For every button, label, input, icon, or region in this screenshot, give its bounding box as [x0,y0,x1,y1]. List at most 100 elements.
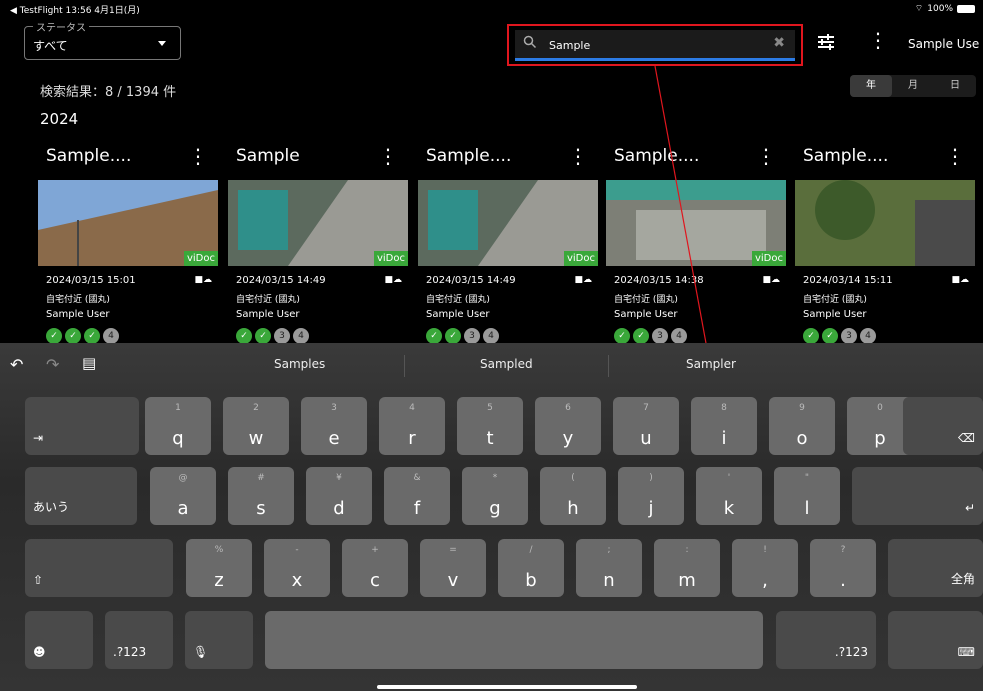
filter-settings-icon[interactable] [816,33,836,51]
card-more-icon[interactable]: ⋮ [756,144,776,168]
dictation-key[interactable]: 🎙 [185,611,253,669]
photo-card[interactable]: Sample.... ⋮ 2024/03/14 15:11 ■☁ 自宅付近 (國丸) Sa… [795,144,975,344]
key-t[interactable]: 5t [457,397,523,455]
key-q[interactable]: 1q [145,397,211,455]
card-title: Sample.... [614,146,700,166]
card-steps: ✓ ✓ ✓ 4 [46,328,119,344]
photo-card[interactable]: Sample.... ⋮ viDoc 2024/03/15 14:49 ■☁ 自宅付近 (… [418,144,598,344]
suggestion-1[interactable]: Samples [274,357,325,371]
key-n[interactable]: ; n [576,539,642,597]
card-date: 2024/03/15 15:01 [46,275,136,286]
step-indicator: ✓ [65,328,81,344]
key-u[interactable]: 7u [613,397,679,455]
card-more-icon[interactable]: ⋮ [945,144,965,168]
key-label: n [603,570,615,591]
keyboard-icon: ⌨ [957,645,975,659]
key-i[interactable]: 8i [691,397,757,455]
numbers-key-right[interactable]: .?123 [776,611,876,669]
kana-key[interactable]: あいう [25,467,137,525]
suggestion-3[interactable]: Sampler [686,357,736,371]
key-f[interactable]: & f [384,467,450,525]
paste-icon[interactable]: ▤ [82,354,96,372]
step-indicator: ✓ [426,328,442,344]
redo-icon[interactable]: ↷ [46,355,59,374]
suggestion-2[interactable]: Sampled [480,357,533,371]
search-input[interactable] [547,34,761,56]
key-r[interactable]: 4r [379,397,445,455]
card-thumbnail[interactable]: viDoc [418,180,598,266]
key-period[interactable]: ?. [810,539,876,597]
key-g[interactable]: * g [462,467,528,525]
key-j[interactable]: ) j [618,467,684,525]
key-label: .?123 [113,645,147,659]
key-h[interactable]: (h [540,467,606,525]
card-steps: ✓ ✓ 3 4 [803,328,876,344]
key-x[interactable]: -x [264,539,330,597]
key-y[interactable]: 6y [535,397,601,455]
search-field[interactable]: ✖ [515,30,795,61]
key-s[interactable]: # s [228,467,294,525]
key-v[interactable]: = v [420,539,486,597]
card-more-icon[interactable]: ⋮ [188,144,208,168]
card-thumbnail[interactable]: viDoc [228,180,408,266]
folder-cloud-icon: ■☁ [384,275,402,285]
key-c[interactable]: + c [342,539,408,597]
key-b[interactable]: / b [498,539,564,597]
clear-icon[interactable]: ✖ [773,35,785,51]
shift-key[interactable]: ⇧ [25,539,173,597]
emoji-key[interactable]: ☻ [25,611,93,669]
numbers-key[interactable]: .?123 [105,611,173,669]
key-hint: # [257,473,265,483]
card-steps: ✓ ✓ 3 4 [236,328,309,344]
key-w[interactable]: 2w [223,397,289,455]
card-thumbnail[interactable] [795,180,975,266]
return-key[interactable]: ↵ [852,467,983,525]
tab-month[interactable]: 月 [892,75,934,97]
photo-card[interactable]: Sample.... ⋮ viDoc 2024/03/15 15:01 ■☁ 自宅付近 (… [38,144,218,344]
period-segmented-control: 年 月 日 [850,75,976,97]
undo-icon[interactable]: ↶ [10,355,23,374]
key-comma[interactable]: !, [732,539,798,597]
key-hint: : [685,545,689,555]
key-hint: ( [571,473,575,483]
backspace-key[interactable]: ⌫ [903,397,983,455]
vidoc-badge: viDoc [183,251,218,266]
key-label: r [408,428,416,449]
tab-day[interactable]: 日 [934,75,976,97]
step-indicator: ✓ [822,328,838,344]
key-k[interactable]: ' k [696,467,762,525]
photo-card[interactable]: Sample ⋮ viDoc 2024/03/15 14:49 ■☁ 自宅付近 (國丸) S… [228,144,408,344]
card-date: 2024/03/15 14:49 [236,275,326,286]
card-title: Sample [236,146,300,166]
card-thumbnail[interactable]: viDoc [38,180,218,266]
home-indicator [377,685,637,689]
key-label: . [840,570,846,591]
key-m[interactable]: :m [654,539,720,597]
key-o[interactable]: 9o [769,397,835,455]
tab-year[interactable]: 年 [850,75,892,97]
user-name[interactable]: Sample Use [908,37,979,51]
key-l[interactable]: " l [774,467,840,525]
key-a[interactable]: @ a [150,467,216,525]
year-heading: 2024 [40,110,79,128]
zenkaku-key[interactable]: 全角 [888,539,983,597]
status-filter-dropdown[interactable]: ステータス すべて [24,19,181,60]
tab-key[interactable]: ⇥ [25,397,139,455]
key-z[interactable]: % z [186,539,252,597]
more-menu-icon[interactable]: ⋮ [868,30,888,50]
key-hint: ! [763,545,767,555]
hide-keyboard-key[interactable]: ⌨ [888,611,983,669]
photo-card[interactable]: Sample.... ⋮ viDoc 2024/03/15 14:38 ■☁ 自宅付近 (… [606,144,786,344]
card-thumbnail[interactable]: viDoc [606,180,786,266]
card-more-icon[interactable]: ⋮ [568,144,588,168]
card-user: Sample User [426,309,490,320]
card-more-icon[interactable]: ⋮ [378,144,398,168]
card-title: Sample.... [426,146,512,166]
card-title: Sample.... [46,146,132,166]
key-e[interactable]: 3e [301,397,367,455]
key-d[interactable]: ¥ d [306,467,372,525]
key-hint: + [371,545,379,555]
space-key[interactable] [265,611,763,669]
key-label: o [796,428,808,449]
card-user: Sample User [46,309,110,320]
